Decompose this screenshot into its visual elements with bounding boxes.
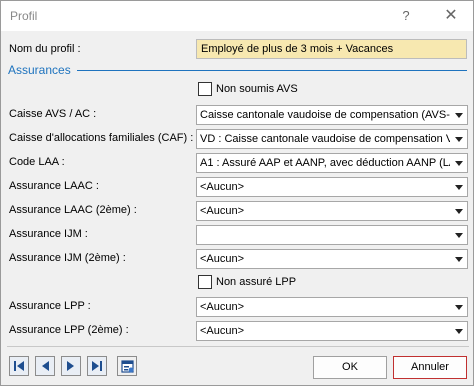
avs-ac-label: Caisse AVS / AC : — [9, 108, 97, 120]
title-bar: Profil ? ✕ — [1, 1, 473, 31]
help-button[interactable]: ? — [393, 5, 419, 27]
ijm2-select[interactable]: <Aucun> — [196, 249, 468, 269]
lpp2-value: <Aucun> — [200, 325, 245, 337]
laac2-select[interactable]: <Aucun> — [196, 201, 468, 221]
close-button[interactable]: ✕ — [438, 5, 464, 27]
next-record-button[interactable] — [61, 356, 81, 376]
laac-value: <Aucun> — [200, 181, 245, 193]
lpp2-label: Assurance LPP (2ème) : — [9, 324, 129, 336]
laac2-label: Assurance LAAC (2ème) : — [9, 204, 137, 216]
profile-name-field[interactable]: Employé de plus de 3 mois + Vacances — [196, 39, 467, 59]
lpp-label: Assurance LPP : — [9, 300, 91, 312]
avs-ac-select[interactable]: Caisse cantonale vaudoise de compensatio… — [196, 105, 468, 125]
footer-divider — [7, 346, 469, 347]
ijm-label: Assurance IJM : — [9, 228, 88, 240]
ijm-select[interactable] — [196, 225, 468, 245]
laac-select[interactable]: <Aucun> — [196, 177, 468, 197]
cancel-button[interactable]: Annuler — [393, 356, 467, 379]
chevron-down-icon — [455, 329, 463, 334]
laa-code-label: Code LAA : — [9, 156, 65, 168]
chevron-down-icon — [455, 209, 463, 214]
chevron-down-icon — [455, 113, 463, 118]
caf-value: VD : Caisse cantonale vaudoise de compen… — [200, 133, 450, 145]
non-lpp-checkbox[interactable] — [198, 275, 212, 289]
caf-label: Caisse d'allocations familiales (CAF) : — [9, 132, 194, 144]
last-record-button[interactable] — [87, 356, 107, 376]
profile-dialog: Profil ? ✕ Nom du profil : Employé de pl… — [0, 0, 474, 386]
laa-code-value: A1 : Assuré AAP et AANP, avec déduction … — [200, 157, 450, 169]
ijm2-label: Assurance IJM (2ème) : — [9, 252, 126, 264]
lpp-value: <Aucun> — [200, 301, 245, 313]
chevron-down-icon — [455, 161, 463, 166]
chevron-down-icon — [455, 137, 463, 142]
profile-name-label: Nom du profil : — [9, 43, 81, 55]
section-divider — [77, 70, 467, 71]
details-button[interactable] — [117, 356, 137, 376]
non-avs-label: Non soumis AVS — [216, 83, 298, 95]
chevron-down-icon — [455, 233, 463, 238]
section-title-insurance: Assurances — [8, 63, 71, 77]
laac2-value: <Aucun> — [200, 205, 245, 217]
caf-select[interactable]: VD : Caisse cantonale vaudoise de compen… — [196, 129, 468, 149]
chevron-down-icon — [455, 185, 463, 190]
first-record-button[interactable] — [9, 356, 29, 376]
window-title: Profil — [10, 9, 38, 23]
laac-label: Assurance LAAC : — [9, 180, 99, 192]
previous-record-button[interactable] — [35, 356, 55, 376]
lpp-select[interactable]: <Aucun> — [196, 297, 468, 317]
laa-code-select[interactable]: A1 : Assuré AAP et AANP, avec déduction … — [196, 153, 468, 173]
chevron-down-icon — [455, 257, 463, 262]
lpp2-select[interactable]: <Aucun> — [196, 321, 468, 341]
ijm2-value: <Aucun> — [200, 253, 245, 265]
non-avs-checkbox[interactable] — [198, 82, 212, 96]
chevron-down-icon — [455, 305, 463, 310]
non-lpp-label: Non assuré LPP — [216, 276, 297, 288]
ok-button[interactable]: OK — [313, 356, 387, 379]
avs-ac-value: Caisse cantonale vaudoise de compensatio… — [200, 109, 450, 121]
